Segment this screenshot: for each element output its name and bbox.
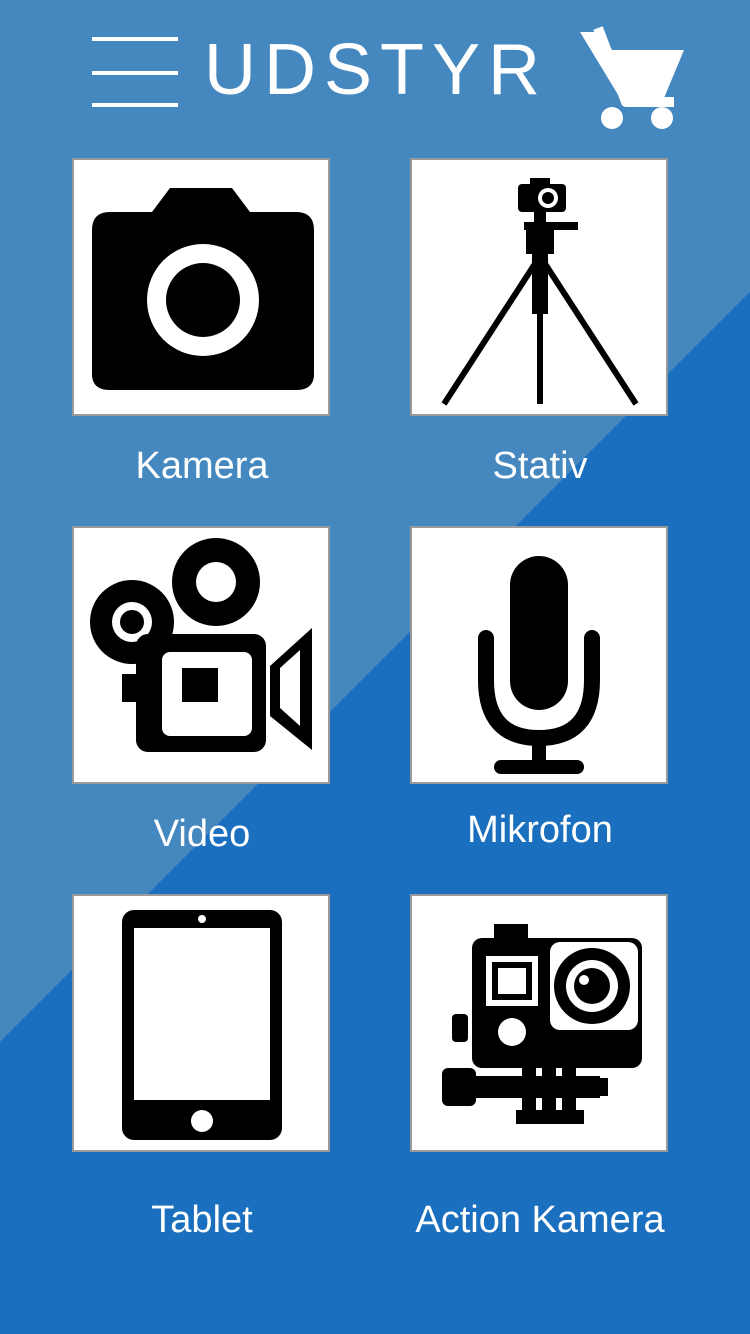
menu-line [92, 103, 178, 107]
category-tile-stativ[interactable] [410, 158, 668, 416]
tablet-icon [122, 910, 282, 1140]
hamburger-menu-icon[interactable] [92, 34, 180, 110]
category-label-tablet[interactable]: Tablet [52, 1198, 352, 1242]
category-tile-video[interactable] [72, 526, 330, 784]
video-camera-icon [90, 538, 312, 752]
app-header: UDSTYR [0, 0, 750, 140]
action-camera-icon [442, 924, 642, 1124]
category-label-kamera[interactable]: Kamera [52, 444, 352, 488]
category-label-stativ[interactable]: Stativ [390, 444, 690, 488]
category-tile-tablet[interactable] [72, 894, 330, 1152]
tripod-icon [441, 178, 639, 406]
microphone-icon [478, 556, 600, 774]
category-label-mikrofon[interactable]: Mikrofon [390, 808, 690, 852]
menu-line [92, 37, 178, 41]
shopping-cart-icon[interactable] [576, 24, 688, 132]
page-title: UDSTYR [204, 30, 549, 110]
category-tile-action-kamera[interactable] [410, 894, 668, 1152]
camera-icon [92, 188, 314, 390]
menu-line [92, 71, 178, 75]
category-label-action-kamera[interactable]: Action Kamera [390, 1198, 690, 1242]
category-tile-mikrofon[interactable] [410, 526, 668, 784]
category-label-video[interactable]: Video [52, 812, 352, 856]
category-tile-kamera[interactable] [72, 158, 330, 416]
